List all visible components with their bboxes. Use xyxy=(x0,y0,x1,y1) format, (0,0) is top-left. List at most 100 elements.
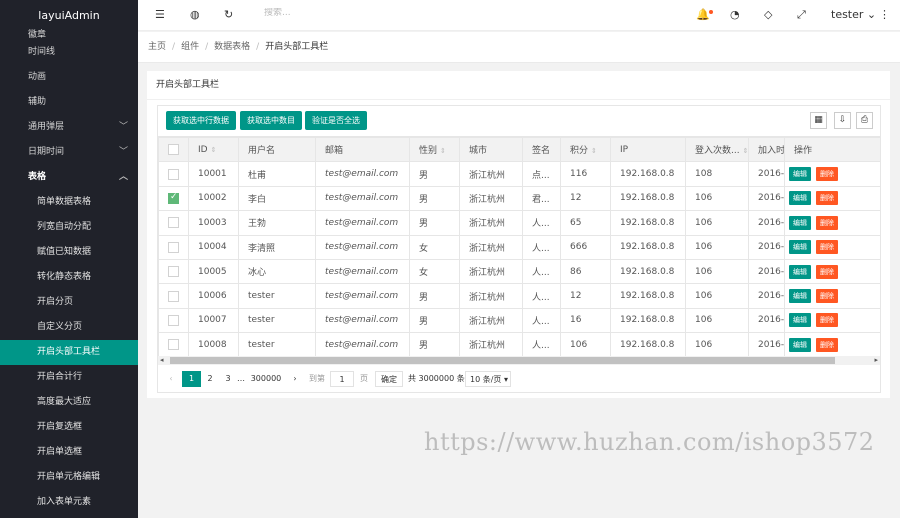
row-checkbox-cell xyxy=(158,258,189,285)
sidebar-subitem[interactable]: 高度最大适应 xyxy=(0,390,138,415)
sort-icon[interactable]: ⇕ xyxy=(743,147,748,155)
table-row[interactable]: 10001 杜甫 test@email.com 男浙江杭州 点... 116 192.168… xyxy=(158,161,880,187)
row-checkbox[interactable] xyxy=(168,314,179,326)
scrollbar-thumb[interactable] xyxy=(170,357,835,364)
sidebar-item[interactable]: 通用弹层 ﹀ xyxy=(0,115,138,140)
sidebar-subitem[interactable]: 加入表单元素 xyxy=(0,490,138,515)
table-row[interactable]: 10004 李清照 test@email.com 女浙江杭州 人... 666 192.16… xyxy=(158,234,880,260)
goto-confirm-button[interactable]: 确定 xyxy=(375,371,403,387)
edit-button[interactable]: 编辑 xyxy=(789,313,811,328)
row-checkbox[interactable] xyxy=(168,241,179,253)
breadcrumb-item[interactable]: 组件 xyxy=(181,42,199,52)
globe-icon[interactable]: ◍ xyxy=(190,8,200,22)
goto-page-input[interactable]: 1 xyxy=(330,371,354,387)
sidebar-subitem[interactable]: 开启头部工具栏 xyxy=(0,340,138,365)
sort-icon[interactable]: ⇕ xyxy=(440,147,446,155)
delete-button[interactable]: 删除 xyxy=(816,264,838,279)
sidebar-subitem[interactable]: 开启单选框 xyxy=(0,440,138,465)
page-3-button[interactable]: 3 xyxy=(221,371,235,387)
cell-logins: 106 xyxy=(685,283,749,309)
sidebar-item-label: 通用弹层 xyxy=(28,122,65,132)
row-checkbox[interactable] xyxy=(168,217,179,229)
get-checked-count-button[interactable]: 获取选中数目 xyxy=(240,111,302,130)
edit-button[interactable]: 编辑 xyxy=(789,289,811,304)
prev-page-button[interactable]: ‹ xyxy=(164,371,178,387)
page-size-select[interactable]: 10 条/页 ▾ xyxy=(465,371,511,387)
delete-button[interactable]: 删除 xyxy=(816,313,838,328)
get-checked-rows-button[interactable]: 获取选中行数据 xyxy=(166,111,236,130)
table-row[interactable]: 10008 tester test@email.com 男浙江杭州 人... 106 192… xyxy=(158,332,880,356)
column-header-label: 加入时间 xyxy=(758,146,785,157)
print-icon[interactable]: ⎙ xyxy=(856,112,873,129)
delete-button[interactable]: 删除 xyxy=(816,191,838,206)
sidebar-item[interactable]: 日期时间 ﹀ xyxy=(0,140,138,165)
select-all-checkbox[interactable] xyxy=(168,144,179,156)
column-header[interactable]: ID ⇕ xyxy=(188,137,239,163)
scroll-right-icon[interactable]: ▸ xyxy=(874,356,878,365)
page-2-button[interactable]: 2 xyxy=(202,371,218,387)
search-input[interactable] xyxy=(264,8,384,18)
edit-button[interactable]: 编辑 xyxy=(789,240,811,255)
column-header[interactable]: 积分 ⇕ xyxy=(560,137,611,163)
sort-icon[interactable]: ⇕ xyxy=(591,147,597,155)
sidebar-subitem[interactable]: 列宽自动分配 xyxy=(0,215,138,240)
row-checkbox[interactable] xyxy=(168,168,179,180)
sidebar-item[interactable]: 动画 xyxy=(0,65,138,90)
table-row[interactable]: 10002李白test@email.com男浙江杭州君...12192.168.… xyxy=(158,185,880,212)
delete-button[interactable]: 删除 xyxy=(816,337,838,352)
menu-fold-icon[interactable]: ☰ xyxy=(155,8,165,22)
horizontal-scrollbar[interactable]: ◂ ▸ xyxy=(158,356,880,365)
sidebar-subitem[interactable]: 开启分页 xyxy=(0,290,138,315)
breadcrumb-item[interactable]: 数据表格 xyxy=(214,42,250,52)
edit-button[interactable]: 编辑 xyxy=(789,337,811,352)
check-all-button[interactable]: 验证是否全选 xyxy=(305,111,367,130)
sort-icon[interactable]: ⇕ xyxy=(211,146,217,154)
sidebar-subitem[interactable]: 转化静态表格 xyxy=(0,265,138,290)
bell-icon[interactable]: 🔔 xyxy=(696,8,713,22)
sidebar-subitem[interactable]: 开启复选框 xyxy=(0,415,138,440)
scroll-left-icon[interactable]: ◂ xyxy=(160,356,164,365)
sidebar-item[interactable]: 徽章 xyxy=(0,31,138,40)
theme-icon[interactable]: ◔ xyxy=(730,8,740,22)
export-icon[interactable]: ⇩ xyxy=(834,112,851,129)
page-1-button[interactable]: 1 xyxy=(182,371,201,387)
edit-button[interactable]: 编辑 xyxy=(789,264,811,279)
last-page-button[interactable]: 300000 xyxy=(249,371,283,387)
edit-button[interactable]: 编辑 xyxy=(789,167,811,182)
delete-button[interactable]: 删除 xyxy=(816,289,838,304)
delete-button[interactable]: 删除 xyxy=(816,215,838,230)
row-checkbox[interactable] xyxy=(168,192,179,204)
row-checkbox[interactable] xyxy=(168,266,179,278)
sidebar-item[interactable]: 辅助 xyxy=(0,90,138,115)
table-row[interactable]: 10005 冰心 test@email.com 女浙江杭州 人... 86 192.168.… xyxy=(158,258,880,285)
sidebar-item[interactable]: 时间线 xyxy=(0,40,138,65)
delete-button[interactable]: 删除 xyxy=(816,167,838,182)
sidebar-subitem[interactable]: 赋值已知数据 xyxy=(0,240,138,265)
delete-button[interactable]: 删除 xyxy=(816,240,838,255)
table-row[interactable]: 10006 tester test@email.com 男浙江杭州 人... 12 192.… xyxy=(158,283,880,309)
row-checkbox[interactable] xyxy=(168,290,179,302)
refresh-icon[interactable]: ↻ xyxy=(224,8,233,22)
page-size-value: 10 条/页 xyxy=(470,375,502,384)
column-header[interactable]: 性别 ⇕ xyxy=(409,137,460,163)
sidebar-subitem[interactable]: 开启单元格编辑 xyxy=(0,465,138,490)
breadcrumb-item[interactable]: 主页 xyxy=(148,42,166,52)
row-checkbox[interactable] xyxy=(168,339,179,351)
next-page-button[interactable]: › xyxy=(288,371,302,387)
sidebar-item[interactable]: 表格 ︿ xyxy=(0,165,138,190)
sidebar-subitem[interactable]: 简单数据表格 xyxy=(0,190,138,215)
edit-button[interactable]: 编辑 xyxy=(789,191,811,206)
cell-email: test@email.com xyxy=(315,283,410,309)
edit-button[interactable]: 编辑 xyxy=(789,215,811,230)
fullscreen-icon[interactable]: ⤢ xyxy=(797,8,806,22)
table-row[interactable]: 10007 tester test@email.com 男浙江杭州 人... 16 192.… xyxy=(158,307,880,334)
note-icon[interactable]: ◇ xyxy=(764,8,772,22)
sidebar-subitem[interactable]: 开启合计行 xyxy=(0,365,138,390)
table-row[interactable]: 10003 王勃 test@email.com 男浙江杭州 人... 65 192.168.… xyxy=(158,210,880,236)
user-menu[interactable]: tester ⌄ xyxy=(831,8,876,22)
app-logo[interactable]: layuiAdmin xyxy=(0,0,138,31)
more-icon[interactable]: ⋮ xyxy=(879,8,890,22)
column-header[interactable]: 登入次数... ⇕ xyxy=(685,137,749,163)
columns-filter-icon[interactable]: ▦ xyxy=(810,112,827,129)
sidebar-subitem[interactable]: 自定义分页 xyxy=(0,315,138,340)
